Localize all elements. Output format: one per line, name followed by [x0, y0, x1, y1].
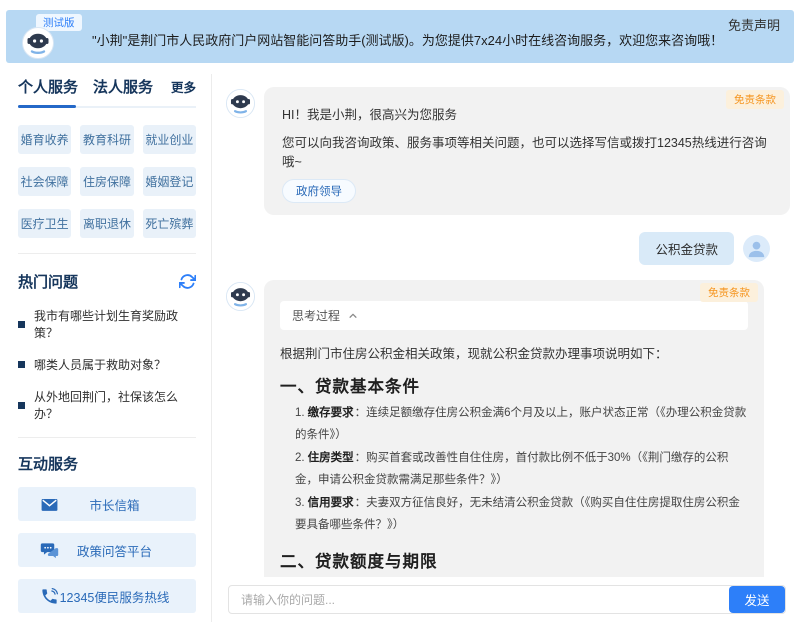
- user-message-row: 公积金贷款: [226, 232, 770, 265]
- list-item: 2.住房类型：购买首套或改善性自住住房，首付款比例不低于30%（《荆门缴存的公积…: [295, 447, 748, 492]
- tab-legal-services[interactable]: 法人服务: [93, 76, 153, 97]
- welcome-line-2: 您可以向我咨询政策、服务事项等相关问题，也可以选择写信或拨打12345热线进行咨…: [282, 132, 772, 170]
- service-btn-funeral[interactable]: 死亡殡葬: [143, 209, 196, 238]
- disclaimer-link[interactable]: 免责声明: [728, 15, 780, 34]
- robot-avatar-icon: [226, 89, 255, 118]
- bot-welcome-bubble: 免责条款 HI！我是小荆，很高兴为您服务 您可以向我咨询政策、服务事项等相关问题…: [264, 87, 790, 215]
- welcome-line-1: HI！我是小荆，很高兴为您服务: [282, 104, 772, 123]
- section-1-list: 1.缴存要求：连续足额缴存住房公积金满6个月及以上，账户状态正常（《办理公积金贷…: [280, 402, 748, 537]
- message-list: 免责条款 HI！我是小荆，很高兴为您服务 您可以向我咨询政策、服务事项等相关问题…: [226, 74, 790, 577]
- service-btn-marriage-registration[interactable]: 婚姻登记: [143, 167, 196, 196]
- section-2-title: 二、贷款额度与期限: [280, 548, 748, 572]
- answer-intro: 根据荆门市住房公积金相关政策，现就公积金贷款办理事项说明如下：: [280, 343, 748, 362]
- thinking-process-toggle[interactable]: 思考过程: [280, 301, 748, 330]
- user-avatar-icon: [743, 235, 770, 262]
- bot-message-answer: 免责条款 思考过程 根据荆门市住房公积金相关政策，现就公积金贷款办理事项说明如下…: [226, 280, 790, 577]
- divider: [18, 437, 196, 438]
- robot-avatar-icon: [226, 282, 255, 311]
- question-input[interactable]: [229, 586, 729, 613]
- square-bullet-icon: [18, 361, 25, 368]
- chat-area: 免责条款 HI！我是小荆，很高兴为您服务 您可以向我咨询政策、服务事项等相关问题…: [212, 74, 800, 622]
- hot-questions-title: 热门问题: [18, 271, 78, 292]
- more-link[interactable]: 更多: [171, 77, 196, 96]
- top-banner: 测试版 "小荆"是荆门市人民政府门户网站智能问答助手(测试版)。为您提供7x24…: [6, 10, 794, 63]
- hot-question-3[interactable]: 从外地回荆门，社保该怎么办？: [18, 388, 196, 422]
- service-btn-education[interactable]: 教育科研: [80, 125, 133, 154]
- service-btn-medical[interactable]: 医疗卫生: [18, 209, 71, 238]
- list-item: 3.信用要求：夫妻双方征信良好，无未结清公积金贷款（《购买自住住房提取住房公积金…: [295, 492, 748, 537]
- bot-message-welcome: 免责条款 HI！我是小荆，很高兴为您服务 您可以向我咨询政策、服务事项等相关问题…: [226, 87, 790, 215]
- phone-icon: [40, 587, 59, 606]
- service-btn-marriage-adoption[interactable]: 婚育收养: [18, 125, 71, 154]
- bot-answer-bubble: 免责条款 思考过程 根据荆门市住房公积金相关政策，现就公积金贷款办理事项说明如下…: [264, 280, 764, 577]
- refresh-icon[interactable]: [179, 273, 196, 290]
- mail-icon: [40, 495, 59, 514]
- disclaimer-terms-badge[interactable]: 免责条款: [726, 90, 784, 109]
- service-tabs: 个人服务 法人服务 更多: [18, 76, 196, 108]
- square-bullet-icon: [18, 402, 25, 409]
- service-btn-retirement[interactable]: 离职退休: [80, 209, 133, 238]
- sidebar: 个人服务 法人服务 更多 婚育收养 教育科研 就业创业 社会保障 住房保障 婚姻…: [0, 74, 212, 622]
- hotline-12345-link[interactable]: 12345便民服务热线: [18, 579, 196, 613]
- mayor-mailbox-link[interactable]: 市长信箱: [18, 487, 196, 521]
- user-message-bubble: 公积金贷款: [639, 232, 734, 265]
- service-btn-employment[interactable]: 就业创业: [143, 125, 196, 154]
- divider: [18, 253, 196, 254]
- section-1-title: 一、贷款基本条件: [280, 373, 748, 397]
- disclaimer-terms-badge[interactable]: 免责条款: [700, 283, 758, 302]
- tab-personal-services[interactable]: 个人服务: [18, 76, 78, 97]
- robot-avatar-icon: [22, 27, 54, 59]
- interactive-services-title: 互动服务: [18, 453, 196, 474]
- send-button[interactable]: 发送: [729, 586, 785, 613]
- policy-qa-platform-link[interactable]: 政策问答平台: [18, 533, 196, 567]
- service-btn-housing[interactable]: 住房保障: [80, 167, 133, 196]
- chat-input-bar: 发送: [228, 585, 786, 614]
- list-item: 1.缴存要求：连续足额缴存住房公积金满6个月及以上，账户状态正常（《办理公积金贷…: [295, 402, 748, 447]
- service-btn-social-security[interactable]: 社会保障: [18, 167, 71, 196]
- hot-question-2[interactable]: 哪类人员属于救助对象？: [18, 356, 196, 373]
- square-bullet-icon: [18, 321, 25, 328]
- hot-question-1[interactable]: 我市有哪些计划生育奖励政策？: [18, 307, 196, 341]
- chevron-up-icon: [348, 311, 358, 321]
- chat-icon: [40, 541, 59, 560]
- banner-welcome-text: "小荆"是荆门市人民政府门户网站智能问答助手(测试版)。为您提供7x24小时在线…: [92, 30, 723, 49]
- government-leaders-tag[interactable]: 政府领导: [282, 179, 356, 203]
- service-category-grid: 婚育收养 教育科研 就业创业 社会保障 住房保障 婚姻登记 医疗卫生 离职退休 …: [18, 125, 196, 238]
